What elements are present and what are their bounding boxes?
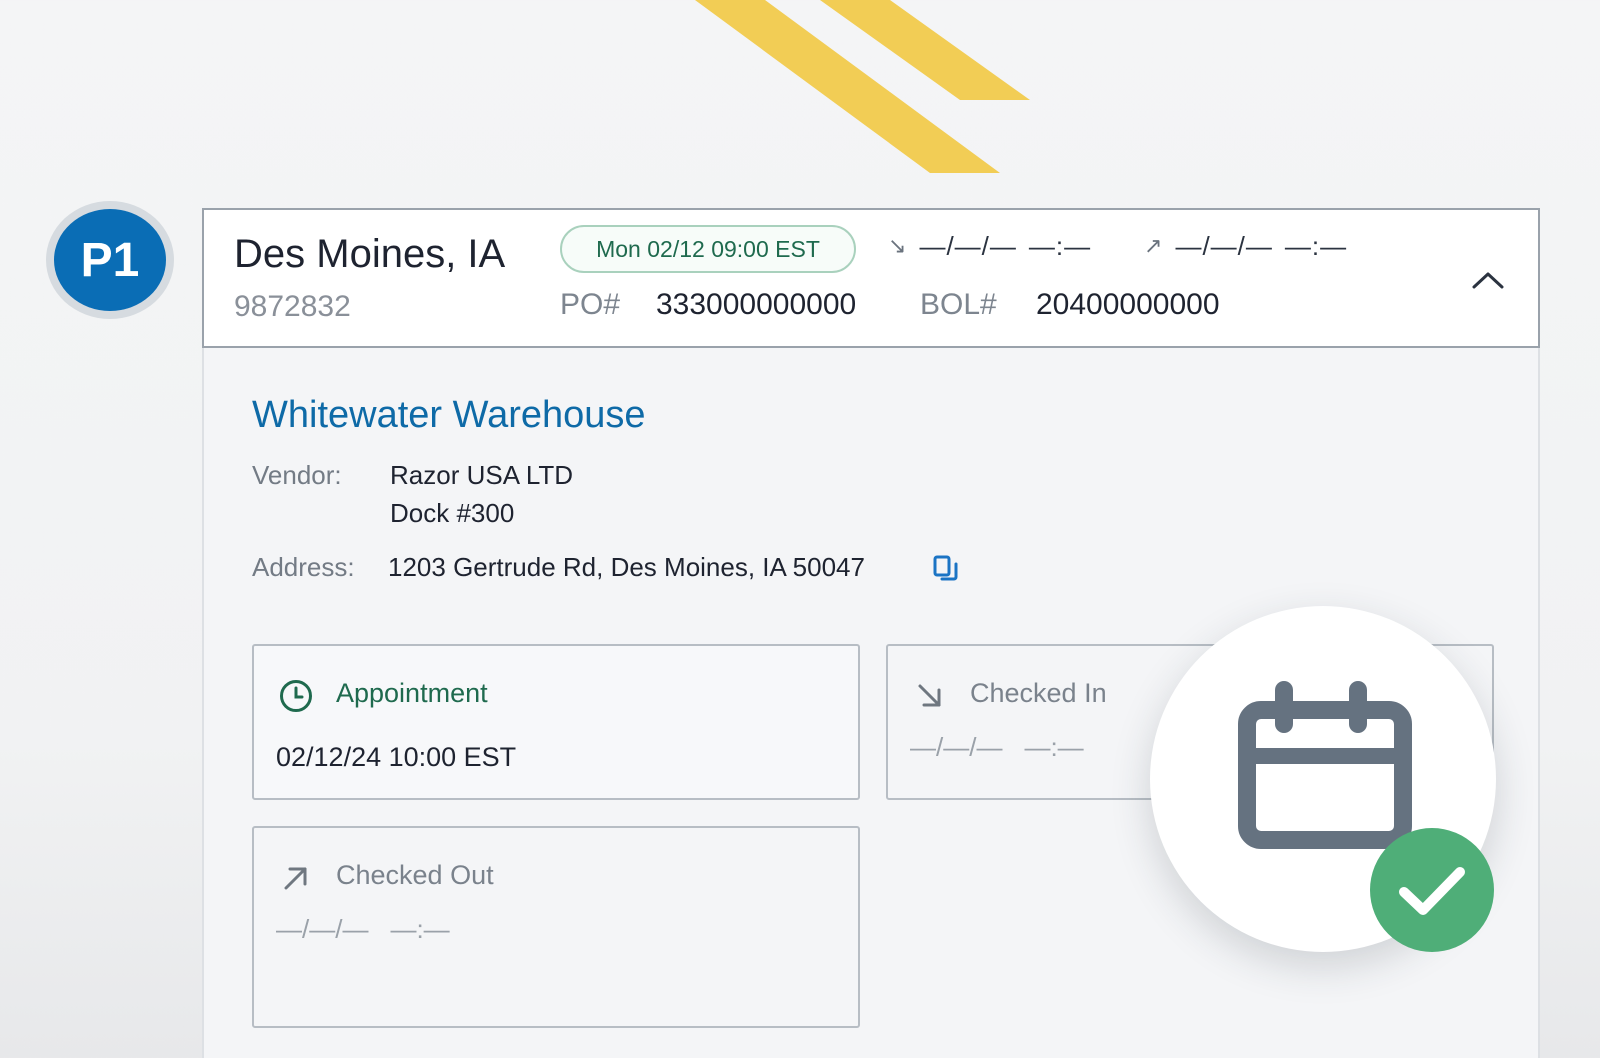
header-checked-out-time: —:— [1284,230,1348,261]
bol-label: BOL# [920,288,997,321]
checked-out-value: —/—/— —:— [276,914,450,945]
arrow-down-right-icon [918,684,941,707]
checked-out-time: —:— [390,914,450,944]
header-checked-in-time: —:— [1028,230,1092,261]
checked-out-box: Checked Out —/—/— —:— [252,826,860,1028]
clock-icon [280,680,312,712]
vendor-dock: Dock #300 [390,498,515,528]
checked-out-date: —/—/— [276,914,369,944]
checkmark-icon [1399,867,1465,915]
stop-badge-label: P1 [54,209,166,311]
bol-value: 20400000000 [1036,288,1220,321]
success-badge [1370,828,1494,952]
appointment-box: Appointment 02/12/24 10:00 EST [252,644,860,800]
warehouse-name: Whitewater Warehouse [252,394,646,436]
vendor-name: Razor USA LTD [390,460,574,490]
shipment-card-header[interactable]: Des Moines, IA 9872832 Mon 02/12 09:00 E… [202,208,1540,348]
checked-in-date: —/—/— [910,732,1003,762]
appointment-title: Appointment [336,678,488,708]
header-checked-out-date: —/—/— [1175,230,1273,261]
header-checked-in: ↘ —/—/— —:— [888,226,1091,266]
address-label: Address: [252,552,355,582]
decorative-stripes [695,0,1030,173]
po-label: PO# [560,288,621,321]
stop-id: 9872832 [234,290,351,323]
appointment-pill: Mon 02/12 09:00 EST [560,225,856,273]
header-checked-out: ↗ —/—/— —:— [1144,226,1347,266]
checked-in-value: —/—/— —:— [910,732,1084,763]
address-value: 1203 Gertrude Rd, Des Moines, IA 50047 [388,552,865,582]
checked-in-time: —:— [1024,732,1084,762]
stop-city: Des Moines, IA [234,232,506,276]
copy-address-button[interactable] [932,554,960,584]
stop-badge: P1 [46,201,174,319]
po-value: 333000000000 [656,288,857,321]
copy-icon [933,555,958,581]
checked-out-title: Checked Out [336,860,494,890]
chevron-up-icon [1472,272,1504,289]
vendor-label: Vendor: [252,460,342,490]
checked-in-title: Checked In [970,678,1107,708]
arrow-down-right-icon: ↘ [888,233,908,258]
arrow-up-right-icon: ↗ [1144,233,1164,258]
collapse-button[interactable] [1468,260,1508,300]
arrow-up-right-icon [284,867,307,890]
appointment-value: 02/12/24 10:00 EST [276,742,517,772]
header-checked-in-date: —/—/— [919,230,1017,261]
